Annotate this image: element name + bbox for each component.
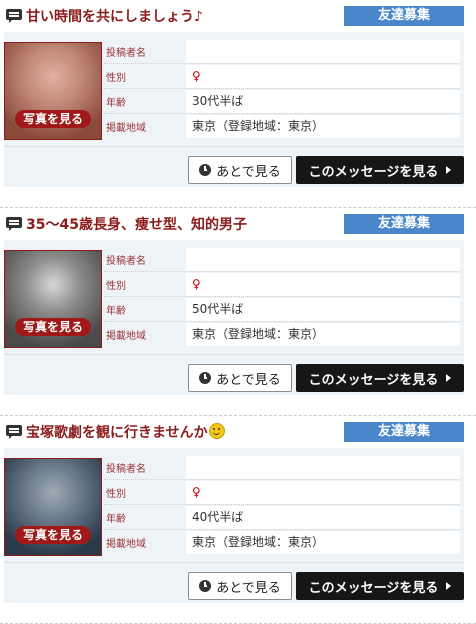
view-later-label: あとで見る <box>216 580 281 596</box>
view-message-label: このメッセージを見る <box>308 372 439 388</box>
post-title-bar: 宝塚歌劇を観に行きませんか 友達募集 <box>4 416 464 448</box>
detail-row-age: 年齢 40代半ば <box>104 505 460 530</box>
post-actions: あとで見る このメッセージを見る <box>4 556 464 603</box>
age-value: 50代半ば <box>186 297 460 321</box>
post-title[interactable]: 甘い時間を共にしましょう♪ <box>26 6 203 26</box>
message-icon <box>6 217 22 231</box>
divider <box>4 354 464 355</box>
profile-details: 投稿者名 性別 ♀ 年齢 40代半ば 掲載地域 東京（登録地域：東京） <box>104 455 460 554</box>
message-icon <box>6 9 22 23</box>
arrow-right-icon <box>446 166 452 174</box>
view-later-button[interactable]: あとで見る <box>188 572 292 600</box>
age-label: 年齢 <box>106 513 126 525</box>
post-card: 宝塚歌劇を観に行きませんか 友達募集 写真を見る 投稿者名 性別 ♀ 年齢 40… <box>0 416 476 624</box>
detail-row-sex: 性別 ♀ <box>104 272 460 297</box>
detail-row-sex: 性別 ♀ <box>104 480 460 505</box>
region-label: 掲載地域 <box>106 330 146 342</box>
post-card: 35～45歳長身、痩せ型、知的男子 友達募集 写真を見る 投稿者名 性別 ♀ 年… <box>0 208 476 416</box>
detail-row-poster: 投稿者名 <box>104 247 460 272</box>
arrow-right-icon <box>446 374 452 382</box>
post-card: 甘い時間を共にしましょう♪ 友達募集 写真を見る 投稿者名 性別 ♀ 年齢 30… <box>0 0 476 208</box>
region-value: 東京（登録地域：東京） <box>186 322 460 346</box>
view-later-button[interactable]: あとで見る <box>188 156 292 184</box>
view-message-button[interactable]: このメッセージを見る <box>296 572 464 600</box>
divider <box>4 562 464 563</box>
poster-value <box>186 39 460 63</box>
age-label: 年齢 <box>106 305 126 317</box>
sex-label: 性別 <box>106 280 126 292</box>
view-message-button[interactable]: このメッセージを見る <box>296 156 464 184</box>
poster-value <box>186 247 460 271</box>
poster-label: 投稿者名 <box>106 463 146 475</box>
sex-value: ♀ <box>186 272 460 296</box>
poster-label: 投稿者名 <box>106 255 146 267</box>
view-message-label: このメッセージを見る <box>308 164 439 180</box>
view-later-button[interactable]: あとで見る <box>188 364 292 392</box>
message-icon <box>6 425 22 439</box>
view-later-label: あとで見る <box>216 372 281 388</box>
post-list: 甘い時間を共にしましょう♪ 友達募集 写真を見る 投稿者名 性別 ♀ 年齢 30… <box>0 0 476 624</box>
profile-photo[interactable]: 写真を見る <box>4 250 102 348</box>
smiley-icon <box>208 423 225 439</box>
post-title-bar: 35～45歳長身、痩せ型、知的男子 友達募集 <box>4 208 464 240</box>
post-title[interactable]: 35～45歳長身、痩せ型、知的男子 <box>26 214 247 234</box>
detail-row-region: 掲載地域 東京（登録地域：東京） <box>104 530 460 554</box>
arrow-right-icon <box>446 582 452 590</box>
poster-value <box>186 455 460 479</box>
detail-row-sex: 性別 ♀ <box>104 64 460 89</box>
post-body: 写真を見る 投稿者名 性別 ♀ 年齢 40代半ば 掲載地域 東京（登録地域：東京… <box>4 448 464 556</box>
detail-row-age: 年齢 50代半ば <box>104 297 460 322</box>
sex-value: ♀ <box>186 64 460 88</box>
divider <box>4 146 464 147</box>
clock-icon <box>199 580 212 592</box>
detail-row-region: 掲載地域 東京（登録地域：東京） <box>104 322 460 346</box>
post-title[interactable]: 宝塚歌劇を観に行きませんか <box>26 422 225 442</box>
clock-icon <box>199 372 212 384</box>
profile-photo[interactable]: 写真を見る <box>4 42 102 140</box>
age-value: 30代半ば <box>186 89 460 113</box>
category-badge: 友達募集 <box>344 422 464 442</box>
post-actions: あとで見る このメッセージを見る <box>4 140 464 187</box>
profile-details: 投稿者名 性別 ♀ 年齢 30代半ば 掲載地域 東京（登録地域：東京） <box>104 39 460 138</box>
region-value: 東京（登録地域：東京） <box>186 530 460 554</box>
post-card-inner: 宝塚歌劇を観に行きませんか 友達募集 写真を見る 投稿者名 性別 ♀ 年齢 40… <box>4 416 464 603</box>
poster-label: 投稿者名 <box>106 47 146 59</box>
profile-details: 投稿者名 性別 ♀ 年齢 50代半ば 掲載地域 東京（登録地域：東京） <box>104 247 460 346</box>
region-value: 東京（登録地域：東京） <box>186 114 460 138</box>
post-card-inner: 甘い時間を共にしましょう♪ 友達募集 写真を見る 投稿者名 性別 ♀ 年齢 30… <box>4 0 464 187</box>
post-body: 写真を見る 投稿者名 性別 ♀ 年齢 30代半ば 掲載地域 東京（登録地域：東京… <box>4 32 464 140</box>
post-body: 写真を見る 投稿者名 性別 ♀ 年齢 50代半ば 掲載地域 東京（登録地域：東京… <box>4 240 464 348</box>
sex-value: ♀ <box>186 480 460 504</box>
view-message-button[interactable]: このメッセージを見る <box>296 364 464 392</box>
region-label: 掲載地域 <box>106 538 146 550</box>
post-actions: あとで見る このメッセージを見る <box>4 348 464 395</box>
post-card-inner: 35～45歳長身、痩せ型、知的男子 友達募集 写真を見る 投稿者名 性別 ♀ 年… <box>4 208 464 395</box>
view-message-label: このメッセージを見る <box>308 580 439 596</box>
view-photo-button[interactable]: 写真を見る <box>15 110 91 128</box>
detail-row-poster: 投稿者名 <box>104 455 460 480</box>
detail-row-age: 年齢 30代半ば <box>104 89 460 114</box>
view-later-label: あとで見る <box>216 164 281 180</box>
post-title-bar: 甘い時間を共にしましょう♪ 友達募集 <box>4 0 464 32</box>
clock-icon <box>199 164 212 176</box>
profile-photo[interactable]: 写真を見る <box>4 458 102 556</box>
view-photo-button[interactable]: 写真を見る <box>15 318 91 336</box>
view-photo-button[interactable]: 写真を見る <box>15 526 91 544</box>
category-badge: 友達募集 <box>344 6 464 26</box>
category-badge: 友達募集 <box>344 214 464 234</box>
detail-row-region: 掲載地域 東京（登録地域：東京） <box>104 114 460 138</box>
detail-row-poster: 投稿者名 <box>104 39 460 64</box>
age-label: 年齢 <box>106 97 126 109</box>
region-label: 掲載地域 <box>106 122 146 134</box>
sex-label: 性別 <box>106 488 126 500</box>
sex-label: 性別 <box>106 72 126 84</box>
age-value: 40代半ば <box>186 505 460 529</box>
